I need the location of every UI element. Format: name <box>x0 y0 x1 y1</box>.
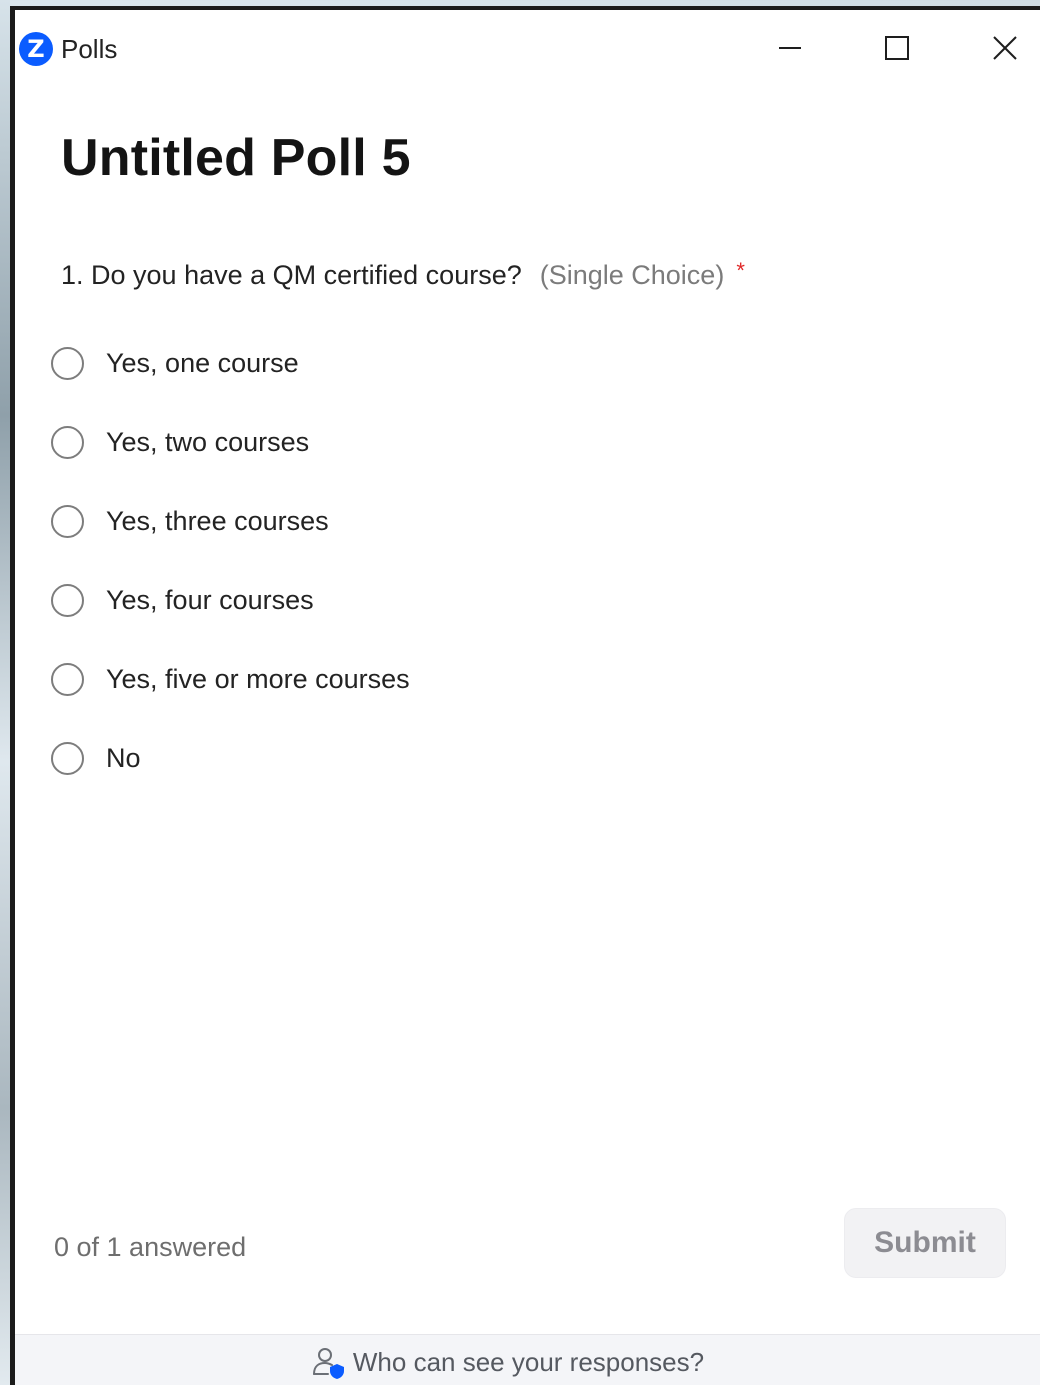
radio-button[interactable] <box>51 426 84 459</box>
radio-button[interactable] <box>51 663 84 696</box>
option-yes-two-courses[interactable]: Yes, two courses <box>51 403 410 482</box>
option-yes-four-courses[interactable]: Yes, four courses <box>51 561 410 640</box>
question-1: 1. Do you have a QM certified course? (Si… <box>61 258 745 291</box>
option-label: Yes, three courses <box>106 506 329 536</box>
radio-button[interactable] <box>51 347 84 380</box>
answered-count: 0 of 1 answered <box>54 1232 247 1262</box>
minimize-icon <box>779 47 801 49</box>
radio-button[interactable] <box>51 742 84 775</box>
close-icon <box>993 36 1017 60</box>
option-yes-three-courses[interactable]: Yes, three courses <box>51 482 410 561</box>
desktop-background <box>0 0 10 1385</box>
maximize-icon <box>885 36 909 60</box>
option-yes-five-or-more-courses[interactable]: Yes, five or more courses <box>51 640 410 719</box>
title-bar: Z Polls <box>15 10 1040 86</box>
option-yes-one-course[interactable]: Yes, one course <box>51 324 410 403</box>
poll-title: Untitled Poll 5 <box>61 129 411 187</box>
question-text: 1. Do you have a QM certified course? <box>61 260 522 290</box>
required-marker: * <box>736 258 745 283</box>
window-title: Polls <box>61 34 118 64</box>
radio-button[interactable] <box>51 584 84 617</box>
option-label: Yes, two courses <box>106 427 310 457</box>
who-can-see-responses-link[interactable]: Who can see your responses? <box>311 1345 704 1381</box>
option-label: Yes, four courses <box>106 585 314 615</box>
polls-window: Z Polls Untitled Poll 5 1. Do you have a… <box>10 6 1040 1385</box>
question-type: (Single Choice) <box>539 260 725 290</box>
answer-options: Yes, one course Yes, two courses Yes, th… <box>51 324 410 798</box>
minimize-button[interactable] <box>760 24 820 72</box>
footer-bar: Who can see your responses? <box>15 1334 1040 1385</box>
option-label: Yes, five or more courses <box>106 664 410 694</box>
option-no[interactable]: No <box>51 719 410 798</box>
who-can-see-responses-text: Who can see your responses? <box>352 1347 705 1377</box>
zoom-logo-icon: Z <box>19 32 53 66</box>
user-shield-icon <box>312 1347 344 1379</box>
radio-button[interactable] <box>51 505 84 538</box>
maximize-button[interactable] <box>867 24 927 72</box>
submit-button[interactable]: Submit <box>844 1208 1006 1278</box>
close-button[interactable] <box>975 24 1035 72</box>
option-label: No <box>106 743 141 773</box>
option-label: Yes, one course <box>106 348 299 378</box>
